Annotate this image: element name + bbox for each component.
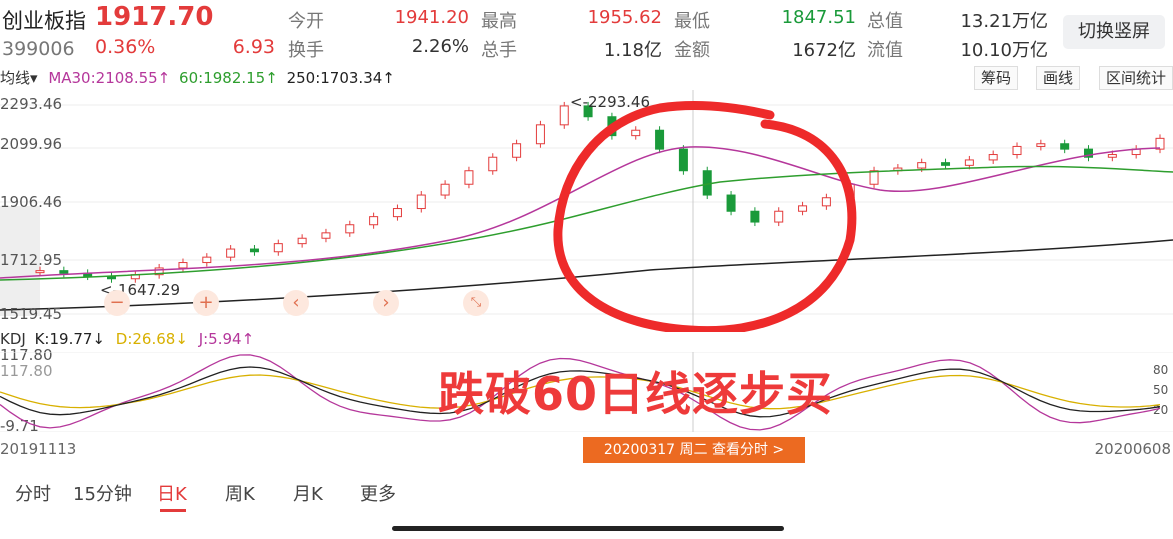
candle-body	[535, 124, 545, 145]
candle-body	[297, 237, 307, 245]
candle-body	[273, 243, 283, 253]
volume-value: 1.18亿	[603, 40, 662, 61]
candle-body	[798, 205, 808, 212]
low-label: 最低	[674, 11, 710, 32]
candle-body	[1036, 143, 1046, 147]
low-value: 1847.51	[781, 7, 856, 28]
candle-body	[702, 170, 712, 196]
candle-body	[821, 197, 831, 207]
candle-body	[178, 262, 188, 269]
candle-body	[226, 248, 236, 258]
chevron-right-icon[interactable]: ›	[373, 290, 399, 316]
candle-body	[488, 156, 498, 172]
ma-mode-dropdown[interactable]: 均线▾	[0, 69, 38, 87]
candle-body	[678, 148, 688, 172]
collapse-icon[interactable]: ⤡	[463, 290, 489, 316]
ma-legend: 均线▾ MA30:2108.55↑ 60:1982.15↑ 250:1703.3…	[0, 67, 395, 88]
candle-body	[392, 208, 402, 218]
candle-body	[774, 210, 784, 223]
draw-line-button[interactable]: 画线	[1036, 66, 1081, 90]
candle-body	[631, 129, 641, 137]
home-indicator[interactable]	[392, 526, 784, 531]
y-label-5: 1519.45	[0, 305, 63, 323]
current-price: 1917.70	[95, 2, 214, 32]
date-end: 20200608	[1094, 440, 1171, 458]
ma60-label: 60:1982.15↑	[179, 69, 278, 87]
total-value: 13.21万亿	[960, 11, 1048, 32]
candle-body	[917, 162, 927, 169]
index-name: 创业板指	[2, 9, 86, 33]
candle-body	[464, 170, 474, 185]
open-value: 1941.20	[394, 7, 469, 28]
index-code: 399006	[2, 38, 75, 60]
float-value: 10.10万亿	[960, 40, 1048, 61]
y-label-4: 1712.95	[0, 251, 63, 269]
candle-body	[1012, 145, 1022, 156]
change-value: 6.93	[232, 36, 275, 58]
chips-button[interactable]: 筹码	[974, 66, 1019, 90]
candle-body	[369, 216, 379, 226]
candle-body	[321, 232, 331, 239]
candle-body	[988, 154, 998, 161]
ma250-label: 250:1703.34↑	[286, 69, 395, 87]
minus-icon[interactable]: −	[104, 290, 130, 316]
high-value: 1955.62	[587, 7, 662, 28]
amount-value: 1672亿	[792, 40, 856, 61]
high-label: 最高	[481, 11, 517, 32]
tab-more[interactable]: 更多	[360, 480, 396, 506]
candle-body	[345, 224, 355, 234]
change-percent: 0.36%	[95, 36, 156, 58]
y-label-3: 1906.46	[0, 193, 63, 211]
ma30-label: MA30:2108.55↑	[48, 69, 171, 87]
tab-intraday[interactable]: 分时	[15, 480, 51, 506]
candle-body	[35, 270, 45, 274]
range-stats-button[interactable]: 区间统计	[1099, 66, 1173, 90]
tab-monthly[interactable]: 月K	[293, 480, 323, 506]
kdj-j: J:5.94↑	[198, 330, 255, 348]
candle-body	[59, 270, 69, 274]
open-label: 今开	[288, 11, 324, 32]
candle-body	[1107, 154, 1117, 158]
candle-body	[202, 256, 212, 264]
candle-body	[964, 159, 974, 166]
plus-icon[interactable]: +	[193, 290, 219, 316]
tab-15min[interactable]: 15分钟	[73, 480, 132, 506]
chevron-left-icon[interactable]: ‹	[283, 290, 309, 316]
y-label-1: 2293.46	[0, 95, 63, 113]
float-value-label: 流值	[867, 40, 903, 61]
active-tab-indicator	[160, 509, 186, 512]
total-value-label: 总值	[867, 11, 903, 32]
candle-body	[249, 248, 259, 253]
switch-portrait-button[interactable]: 切换竖屏	[1063, 15, 1165, 49]
candle-body	[726, 194, 736, 212]
candle-body	[1060, 143, 1070, 150]
candle-body	[869, 170, 879, 185]
tab-daily[interactable]: 日K	[157, 480, 187, 506]
candle-body	[440, 183, 450, 196]
candle-body	[512, 143, 522, 158]
turnover-value: 2.26%	[411, 36, 469, 57]
candlesticks	[35, 101, 1165, 283]
candle-body	[655, 129, 665, 150]
annotation-circle	[553, 101, 857, 332]
turnover-label: 换手	[288, 40, 324, 61]
kdj-d: D:26.68↓	[115, 330, 188, 348]
date-start: 20191113	[0, 440, 77, 458]
y-label-2: 2099.96	[0, 135, 63, 153]
tab-weekly[interactable]: 周K	[225, 480, 255, 506]
candle-body	[941, 162, 951, 166]
volume-label: 总手	[481, 40, 517, 61]
max-marker: <-2293.46	[570, 93, 651, 111]
amount-label: 金额	[674, 40, 710, 61]
candle-body	[750, 210, 760, 223]
annotation-text: 跌破60日线逐步买	[438, 367, 834, 421]
candle-body	[416, 194, 426, 210]
candle-body	[559, 105, 569, 126]
date-tooltip[interactable]: 20200317 周二 查看分时 >	[583, 437, 805, 463]
